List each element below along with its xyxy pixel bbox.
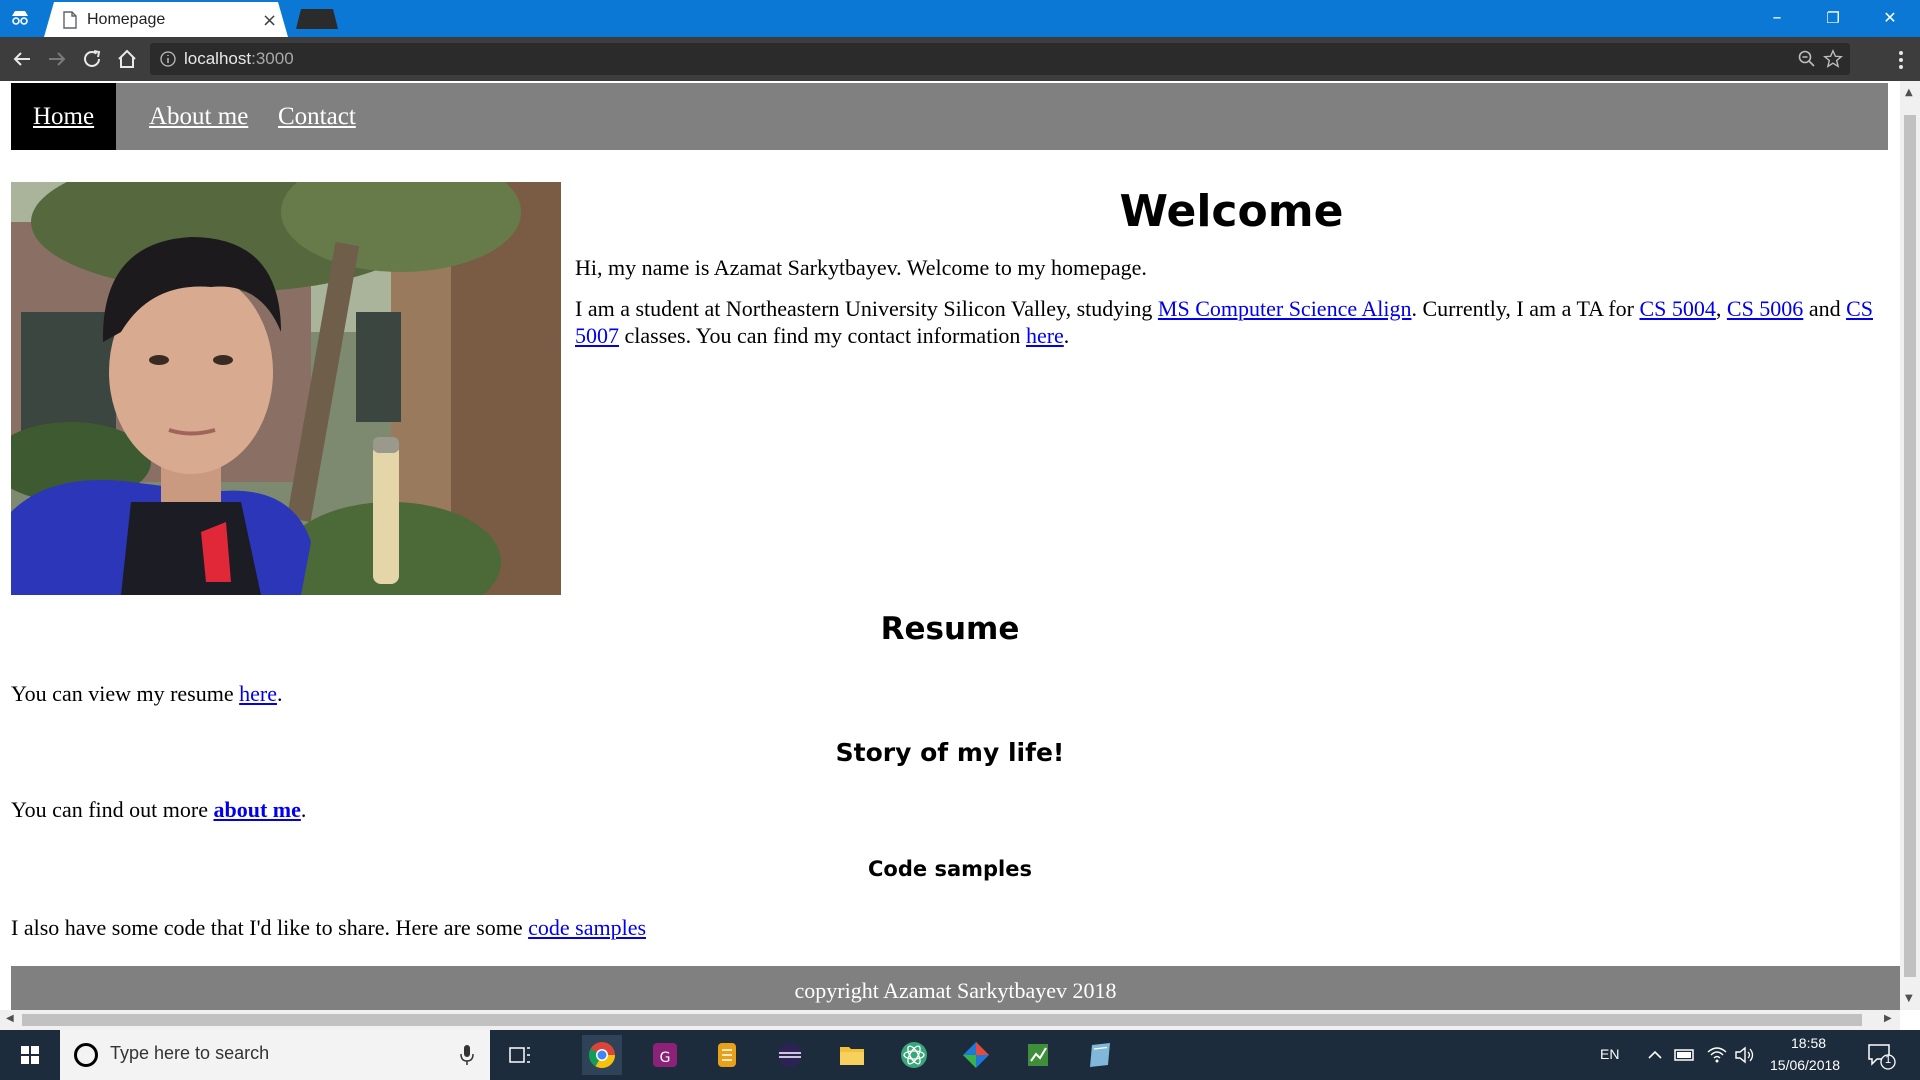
database-app-icon[interactable] xyxy=(707,1035,747,1075)
browser-toolbar: localhost:3000 xyxy=(0,37,1920,81)
ms-align-link[interactable]: MS Computer Science Align xyxy=(1158,296,1412,321)
taskbar: Type here to search G EN 18:58 15/06/201… xyxy=(0,1030,1920,1080)
back-icon[interactable] xyxy=(10,47,34,71)
sourcetree-icon[interactable] xyxy=(956,1035,996,1075)
browser-titlebar: Homepage × – ❐ ✕ xyxy=(0,0,1920,37)
resume-label: You can view my resume xyxy=(11,681,240,706)
about-me-link[interactable]: about me xyxy=(213,797,300,822)
microphone-icon[interactable] xyxy=(460,1044,474,1066)
browser-menu-icon[interactable] xyxy=(1892,48,1910,72)
resume-heading: Resume xyxy=(880,611,1020,647)
page-viewport: Home About me Contact Welcome Hi, my nam… xyxy=(0,81,1900,1010)
horizontal-scrollbar[interactable]: ◀ ▶ xyxy=(0,1010,1900,1030)
reload-icon[interactable] xyxy=(80,47,104,71)
url-port: :3000 xyxy=(251,49,294,68)
tab-homepage[interactable]: Homepage × xyxy=(44,2,288,37)
url-host: localhost xyxy=(184,49,252,68)
comma-text: , xyxy=(1715,296,1727,321)
show-hidden-icons[interactable] xyxy=(1646,1046,1664,1064)
minimize-button[interactable]: – xyxy=(1757,4,1797,32)
task-view-icon[interactable] xyxy=(500,1035,540,1075)
tab-title: Homepage xyxy=(87,11,166,28)
chrome-taskbar-icon[interactable] xyxy=(582,1035,622,1075)
cs5004-link[interactable]: CS 5004 xyxy=(1639,296,1715,321)
resume-here-link[interactable]: here xyxy=(239,681,277,706)
pdf-app-icon[interactable]: G xyxy=(645,1035,685,1075)
story-period: . xyxy=(300,797,307,822)
clock-date[interactable]: 15/06/2018 xyxy=(1770,1057,1840,1073)
zoom-icon[interactable] xyxy=(1798,50,1816,68)
and-text: and xyxy=(1803,296,1847,321)
intro-text: Hi, my name is Azamat Sarkytbayev. Welco… xyxy=(575,255,1147,280)
forward-icon[interactable] xyxy=(45,47,69,71)
new-tab-button[interactable] xyxy=(296,9,338,29)
clock-time[interactable]: 18:58 xyxy=(1791,1035,1826,1051)
notepad-icon[interactable] xyxy=(1080,1035,1120,1075)
code-samples-link[interactable]: code samples xyxy=(528,915,646,940)
wifi-icon[interactable] xyxy=(1706,1044,1728,1064)
restore-button[interactable]: ❐ xyxy=(1813,4,1853,32)
incognito-icon xyxy=(12,11,28,25)
url-text: localhost:3000 xyxy=(184,49,294,69)
vertical-scrollbar[interactable]: ▲ ▼ xyxy=(1900,81,1920,1010)
scroll-down-icon[interactable]: ▼ xyxy=(1905,993,1913,1004)
story-label: You can find out more xyxy=(11,797,214,822)
atom-icon[interactable] xyxy=(894,1035,934,1075)
student-text-1: I am a student at Northeastern Universit… xyxy=(575,296,1158,321)
story-heading: Story of my life! xyxy=(835,738,1065,767)
student-paragraph: I am a student at Northeastern Universit… xyxy=(575,295,1888,349)
volume-icon[interactable] xyxy=(1734,1045,1756,1065)
nav-home-link[interactable]: Home xyxy=(11,83,116,150)
eclipse-icon[interactable] xyxy=(770,1035,810,1075)
resume-text: You can view my resume here. xyxy=(11,681,282,707)
nav-about-link[interactable]: About me xyxy=(127,83,270,150)
taskbar-search-box[interactable]: Type here to search xyxy=(60,1030,490,1080)
windows-start-icon[interactable] xyxy=(0,1030,60,1080)
student-text-3: classes. You can find my contact informa… xyxy=(619,323,1026,348)
site-footer: copyright Azamat Sarkytbayev 2018 xyxy=(11,966,1900,1010)
code-text: I also have some code that I'd like to s… xyxy=(11,915,646,941)
address-bar[interactable]: localhost:3000 xyxy=(150,43,1850,75)
welcome-heading: Welcome xyxy=(1119,186,1344,237)
file-explorer-icon[interactable] xyxy=(832,1035,872,1075)
cs5006-link[interactable]: CS 5006 xyxy=(1727,296,1803,321)
search-placeholder: Type here to search xyxy=(110,1043,270,1063)
notification-center-icon[interactable] xyxy=(1866,1042,1896,1070)
horizontal-scroll-thumb[interactable] xyxy=(22,1014,1862,1026)
notification-count: 1 xyxy=(1885,1054,1892,1066)
info-icon[interactable] xyxy=(160,51,176,67)
period-text: . xyxy=(1063,323,1070,348)
chart-app-icon[interactable] xyxy=(1018,1035,1058,1075)
scroll-up-icon[interactable]: ▲ xyxy=(1905,87,1913,98)
svg-text:G: G xyxy=(660,1050,671,1066)
home-icon[interactable] xyxy=(115,47,139,71)
battery-icon[interactable] xyxy=(1674,1046,1696,1064)
tab-close-icon[interactable]: × xyxy=(262,10,277,31)
page-icon xyxy=(63,11,77,29)
close-window-button[interactable]: ✕ xyxy=(1870,4,1910,32)
scroll-right-icon[interactable]: ▶ xyxy=(1884,1013,1892,1024)
code-samples-heading: Code samples xyxy=(868,857,1032,881)
student-text-2: . Currently, I am a TA for xyxy=(1411,296,1640,321)
code-label: I also have some code that I'd like to s… xyxy=(11,915,529,940)
language-indicator[interactable]: EN xyxy=(1600,1046,1619,1062)
resume-period: . xyxy=(276,681,283,706)
site-navbar: Home About me Contact xyxy=(11,83,1888,150)
contact-here-link[interactable]: here xyxy=(1026,323,1064,348)
welcome-section: Welcome Hi, my name is Azamat Sarkytbaye… xyxy=(575,182,1888,349)
bookmark-star-icon[interactable] xyxy=(1822,48,1844,70)
nav-contact-link[interactable]: Contact xyxy=(256,83,378,150)
profile-photo xyxy=(11,182,561,595)
cortana-icon[interactable] xyxy=(74,1043,98,1067)
vertical-scroll-thumb[interactable] xyxy=(1904,115,1916,977)
scroll-left-icon[interactable]: ◀ xyxy=(6,1013,14,1024)
story-text: You can find out more about me. xyxy=(11,797,306,823)
